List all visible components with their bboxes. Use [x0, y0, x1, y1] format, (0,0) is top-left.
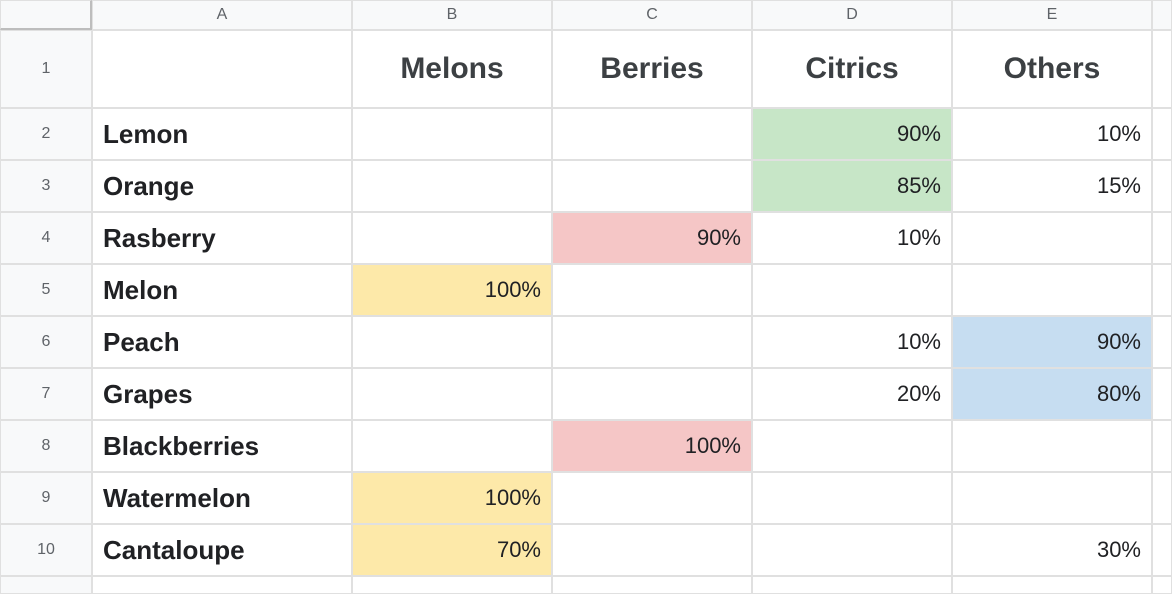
cell-A1[interactable] [92, 30, 352, 108]
row-header-2[interactable]: 2 [0, 108, 92, 160]
cell-C4[interactable]: 90% [552, 212, 752, 264]
row-header-6[interactable]: 6 [0, 316, 92, 368]
cell-A3[interactable]: Orange [92, 160, 352, 212]
row-header-3[interactable]: 3 [0, 160, 92, 212]
col-header-A[interactable]: A [92, 0, 352, 30]
col-header-E[interactable]: E [952, 0, 1152, 30]
cell-D1[interactable]: Citrics [752, 30, 952, 108]
row-header-7[interactable]: 7 [0, 368, 92, 420]
cell-B5[interactable]: 100% [352, 264, 552, 316]
cell-B7[interactable] [352, 368, 552, 420]
cell-A7[interactable]: Grapes [92, 368, 352, 420]
cell-overflow-8 [1152, 420, 1172, 472]
cell-C1[interactable]: Berries [552, 30, 752, 108]
col-header-overflow [1152, 0, 1172, 30]
cell-overflow-10 [1152, 524, 1172, 576]
cell-C-overflow [552, 576, 752, 594]
cell-B1[interactable]: Melons [352, 30, 552, 108]
row-header-overflow [0, 576, 92, 594]
row-header-8[interactable]: 8 [0, 420, 92, 472]
cell-overflow-overflow [1152, 576, 1172, 594]
cell-A8[interactable]: Blackberries [92, 420, 352, 472]
cell-D8[interactable] [752, 420, 952, 472]
cell-overflow-4 [1152, 212, 1172, 264]
cell-D9[interactable] [752, 472, 952, 524]
col-header-C[interactable]: C [552, 0, 752, 30]
cell-A10[interactable]: Cantaloupe [92, 524, 352, 576]
cell-D2[interactable]: 90% [752, 108, 952, 160]
cell-C8[interactable]: 100% [552, 420, 752, 472]
cell-E-overflow [952, 576, 1152, 594]
cell-E1[interactable]: Others [952, 30, 1152, 108]
cell-E4[interactable] [952, 212, 1152, 264]
cell-A6[interactable]: Peach [92, 316, 352, 368]
row-header-9[interactable]: 9 [0, 472, 92, 524]
cell-overflow-1 [1152, 30, 1172, 108]
cell-overflow-2 [1152, 108, 1172, 160]
cell-A5[interactable]: Melon [92, 264, 352, 316]
cell-B4[interactable] [352, 212, 552, 264]
cell-B10[interactable]: 70% [352, 524, 552, 576]
cell-D7[interactable]: 20% [752, 368, 952, 420]
cell-B9[interactable]: 100% [352, 472, 552, 524]
cell-D-overflow [752, 576, 952, 594]
cell-C5[interactable] [552, 264, 752, 316]
cell-A4[interactable]: Rasberry [92, 212, 352, 264]
row-header-10[interactable]: 10 [0, 524, 92, 576]
cell-B3[interactable] [352, 160, 552, 212]
row-header-4[interactable]: 4 [0, 212, 92, 264]
cell-overflow-6 [1152, 316, 1172, 368]
select-all-corner[interactable] [0, 0, 92, 30]
col-header-D[interactable]: D [752, 0, 952, 30]
cell-A9[interactable]: Watermelon [92, 472, 352, 524]
cell-overflow-3 [1152, 160, 1172, 212]
cell-D6[interactable]: 10% [752, 316, 952, 368]
cell-E3[interactable]: 15% [952, 160, 1152, 212]
cell-B6[interactable] [352, 316, 552, 368]
cell-B2[interactable] [352, 108, 552, 160]
cell-D3[interactable]: 85% [752, 160, 952, 212]
cell-D5[interactable] [752, 264, 952, 316]
cell-E10[interactable]: 30% [952, 524, 1152, 576]
cell-C7[interactable] [552, 368, 752, 420]
cell-overflow-7 [1152, 368, 1172, 420]
cell-overflow-9 [1152, 472, 1172, 524]
cell-E6[interactable]: 90% [952, 316, 1152, 368]
cell-B-overflow [352, 576, 552, 594]
cell-B8[interactable] [352, 420, 552, 472]
cell-C9[interactable] [552, 472, 752, 524]
cell-C3[interactable] [552, 160, 752, 212]
cell-E8[interactable] [952, 420, 1152, 472]
spreadsheet-grid[interactable]: A B C D E 1 Melons Berries Citrics Other… [0, 0, 1172, 594]
cell-A-overflow [92, 576, 352, 594]
cell-E9[interactable] [952, 472, 1152, 524]
col-header-B[interactable]: B [352, 0, 552, 30]
cell-D10[interactable] [752, 524, 952, 576]
cell-E5[interactable] [952, 264, 1152, 316]
cell-C6[interactable] [552, 316, 752, 368]
cell-overflow-5 [1152, 264, 1172, 316]
cell-A2[interactable]: Lemon [92, 108, 352, 160]
cell-C2[interactable] [552, 108, 752, 160]
cell-D4[interactable]: 10% [752, 212, 952, 264]
cell-E2[interactable]: 10% [952, 108, 1152, 160]
cell-E7[interactable]: 80% [952, 368, 1152, 420]
row-header-5[interactable]: 5 [0, 264, 92, 316]
row-header-1[interactable]: 1 [0, 30, 92, 108]
cell-C10[interactable] [552, 524, 752, 576]
